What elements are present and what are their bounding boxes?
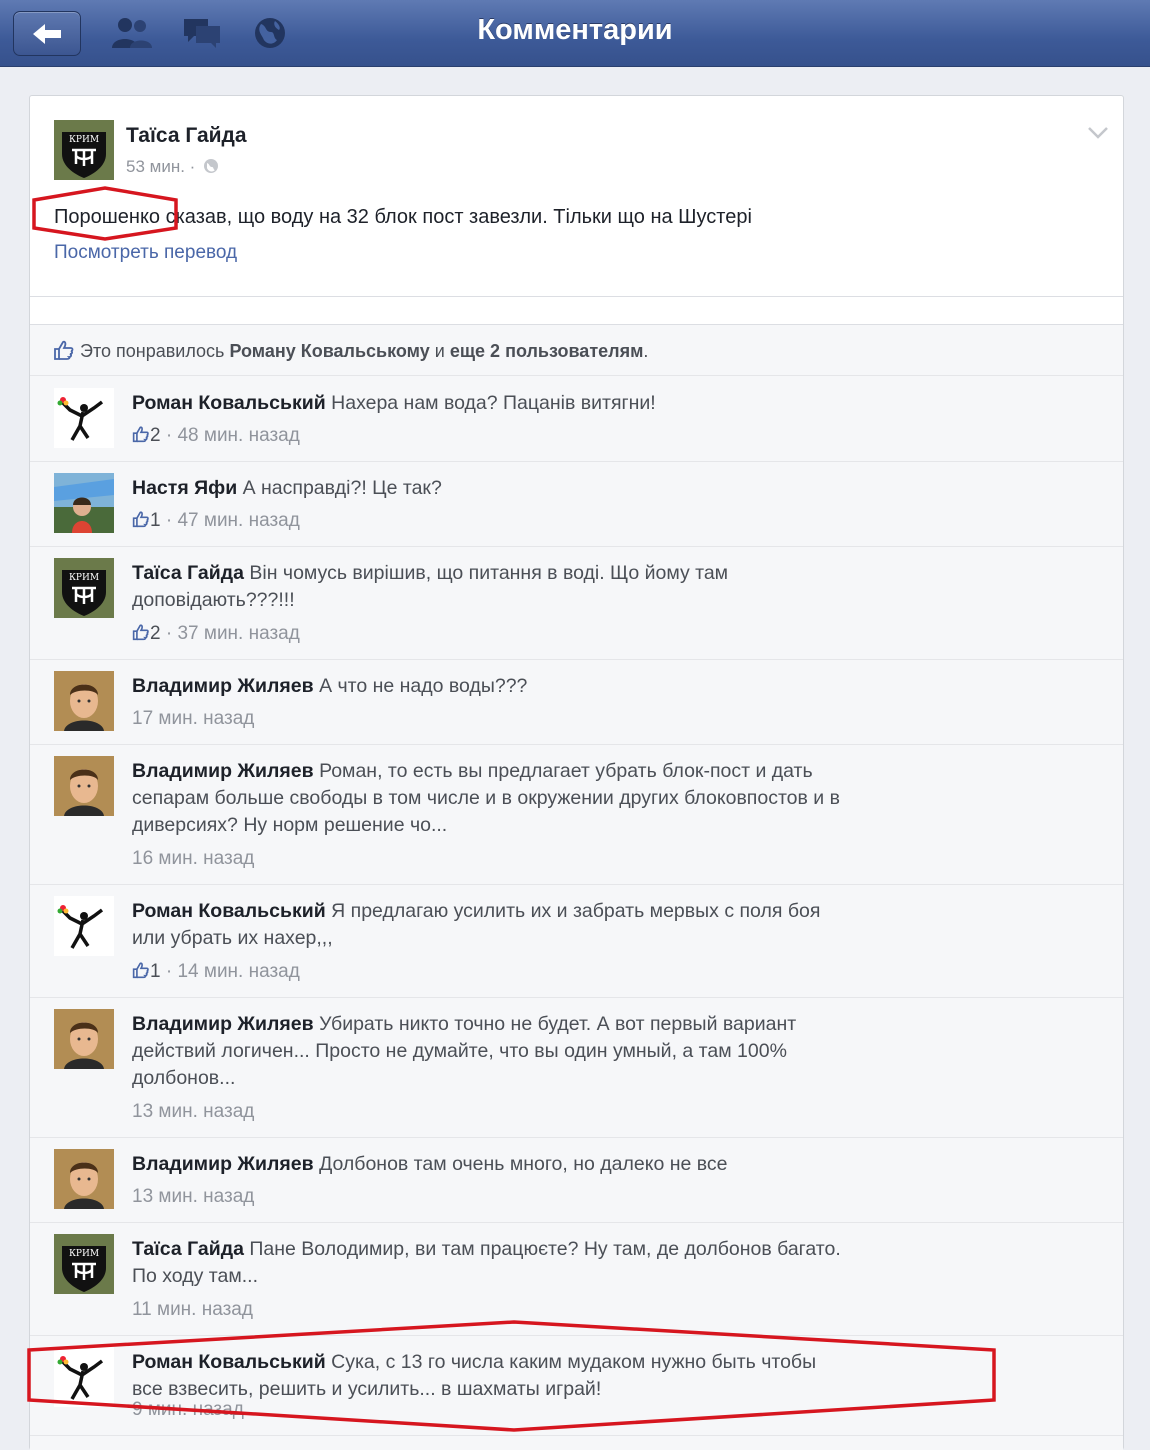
annotation-box	[27, 1320, 996, 1432]
comment-body: А что не надо воды???	[319, 675, 528, 697]
likes-summary[interactable]: Это понравилось Роману Ковальському и ещ…	[30, 325, 1123, 376]
comment-timestamp: 47 мин. назад	[177, 510, 300, 531]
comment-body: Долбонов там очень много, но далеко не в…	[319, 1153, 728, 1175]
comment-timestamp: 11 мин. назад	[132, 1299, 253, 1320]
comment-meta: 13 мин. назад	[132, 1101, 254, 1123]
comment-meta: 13 мин. назад	[132, 1186, 254, 1208]
comment-timestamp: 14 мин. назад	[177, 961, 300, 982]
comment-item: Владимир Жиляев А что не надо воды??? 17 …	[30, 659, 1123, 745]
comment-avatar[interactable]	[54, 1149, 114, 1209]
comment-timestamp: 16 мин. назад	[132, 848, 255, 869]
comment-item: Настя Яфи А насправді?! Це так? 1 · 47 ми…	[30, 461, 1123, 547]
comment-item: Владимир Жиляев Убирать никто точно не б…	[30, 997, 1123, 1138]
top-navigation-bar: Комментарии	[0, 0, 1150, 67]
post-timestamp: 53 мин. ·	[126, 157, 219, 177]
comment-author[interactable]: Таїса Гайда	[132, 1238, 244, 1260]
comment-author[interactable]: Настя Яфи	[132, 477, 237, 499]
comment-item: Роман Ковальський Нахера нам вода? Пацан…	[30, 376, 1123, 462]
comment-timestamp: 17 мин. назад	[132, 708, 255, 729]
thumbs-up-icon	[132, 962, 149, 979]
comment-like-count[interactable]: 1	[150, 510, 161, 531]
comment-text: Владимир Жиляев А что не надо воды???	[132, 673, 852, 700]
comment-item: Владимир Жиляев Долбонов там очень много…	[30, 1137, 1123, 1223]
comment-author[interactable]: Роман Ковальський	[132, 392, 326, 414]
thumbs-up-icon	[132, 624, 149, 641]
post-author-avatar[interactable]: КРИМ	[54, 120, 114, 180]
comment-author[interactable]: Владимир Жиляев	[132, 1153, 314, 1175]
comment-meta: 17 мин. назад	[132, 708, 254, 730]
comment-body: Нахера нам вода? Пацанів витягни!	[331, 392, 656, 414]
svg-text:КРИМ: КРИМ	[69, 573, 99, 583]
comment-avatar[interactable]	[54, 1009, 114, 1069]
comment-author[interactable]: Владимир Жиляев	[132, 675, 314, 697]
comment-timestamp: 13 мин. назад	[132, 1101, 255, 1122]
comment-author[interactable]: Владимир Жиляев	[132, 1013, 314, 1035]
comment-text: Владимир Жиляев Роман, то есть вы предла…	[132, 758, 852, 839]
thumbs-up-icon	[54, 340, 74, 360]
original-post: КРИМ Таїса Гайда 53 мин. · Порошенко ска…	[30, 96, 1123, 297]
comment-avatar[interactable]	[54, 671, 114, 731]
svg-text:КРИМ: КРИМ	[69, 135, 99, 145]
likes-user-link[interactable]: Роману Ковальському	[229, 341, 429, 361]
likes-prefix: Это понравилось	[80, 341, 225, 361]
comment-item: Владимир Жиляев Роман, то есть вы предла…	[30, 744, 1123, 885]
likes-suffix: .	[643, 341, 649, 361]
comment-author[interactable]: Роман Ковальський	[132, 900, 326, 922]
comment-like-count[interactable]: 2	[150, 425, 161, 446]
comment-meta: 1 · 47 мин. назад	[132, 510, 300, 532]
comment-avatar[interactable]	[54, 896, 114, 956]
comment-item: КРИМ Таїса Гайда Він чомусь вирішив, що п…	[30, 546, 1123, 660]
comment-avatar[interactable]	[54, 388, 114, 448]
comment-timestamp: 37 мин. назад	[177, 623, 300, 644]
comment-avatar[interactable]: КРИМ	[54, 1234, 114, 1294]
thumbs-up-icon	[132, 426, 149, 443]
comment-text: Таїса Гайда Він чомусь вирішив, що питан…	[132, 560, 852, 614]
comment-like-count[interactable]: 1	[150, 961, 161, 982]
likes-text: Это понравилось Роману Ковальському и ещ…	[80, 341, 648, 362]
comment-body: А насправді?! Це так?	[242, 477, 442, 499]
comment-timestamp: 48 мин. назад	[177, 425, 300, 446]
chevron-down-icon[interactable]	[1087, 126, 1109, 140]
likes-others-link[interactable]: еще 2 пользователям	[450, 341, 644, 361]
comment-timestamp: 13 мин. назад	[132, 1186, 255, 1207]
comment-like-count[interactable]: 2	[150, 623, 161, 644]
comment-text: Владимир Жиляев Долбонов там очень много…	[132, 1151, 852, 1178]
comment-author[interactable]: Владимир Жиляев	[132, 760, 314, 782]
comment-avatar[interactable]	[54, 473, 114, 533]
page-title: Комментарии	[477, 14, 673, 46]
comment-meta: 1 · 14 мин. назад	[132, 961, 300, 983]
globe-privacy-icon	[204, 159, 219, 173]
thumbs-up-icon	[132, 511, 149, 528]
comment-text: Настя Яфи А насправді?! Це так?	[132, 475, 852, 502]
comment-avatar[interactable]	[54, 756, 114, 816]
post-card: КРИМ Таїса Гайда 53 мин. · Порошенко ска…	[29, 95, 1124, 1450]
comment-avatar[interactable]: КРИМ	[54, 558, 114, 618]
comment-meta: 2 · 37 мин. назад	[132, 623, 300, 645]
comment-text: Роман Ковальський Я предлагаю усилить их…	[132, 898, 852, 952]
comment-author[interactable]: Таїса Гайда	[132, 562, 244, 584]
post-author-name[interactable]: Таїса Гайда	[126, 124, 247, 148]
comment-text: Роман Ковальський Нахера нам вода? Пацан…	[132, 390, 852, 417]
comments-section: Это понравилось Роману Ковальському и ещ…	[30, 324, 1123, 1450]
comment-meta: 16 мин. назад	[132, 848, 254, 870]
svg-text:КРИМ: КРИМ	[69, 1249, 99, 1259]
likes-conjunction: и	[434, 341, 445, 361]
see-translation-link[interactable]: Посмотреть перевод	[54, 242, 237, 264]
comment-item: Роман Ковальський Я предлагаю усилить их…	[30, 884, 1123, 998]
comment-text: Таїса Гайда Пане Володимир, ви там працю…	[132, 1236, 852, 1290]
post-time-text: 53 мин. ·	[126, 157, 196, 176]
annotation-ellipse	[32, 186, 178, 241]
comment-text: Владимир Жиляев Убирать никто точно не б…	[132, 1011, 852, 1092]
comment-meta: 2 · 48 мин. назад	[132, 425, 300, 447]
